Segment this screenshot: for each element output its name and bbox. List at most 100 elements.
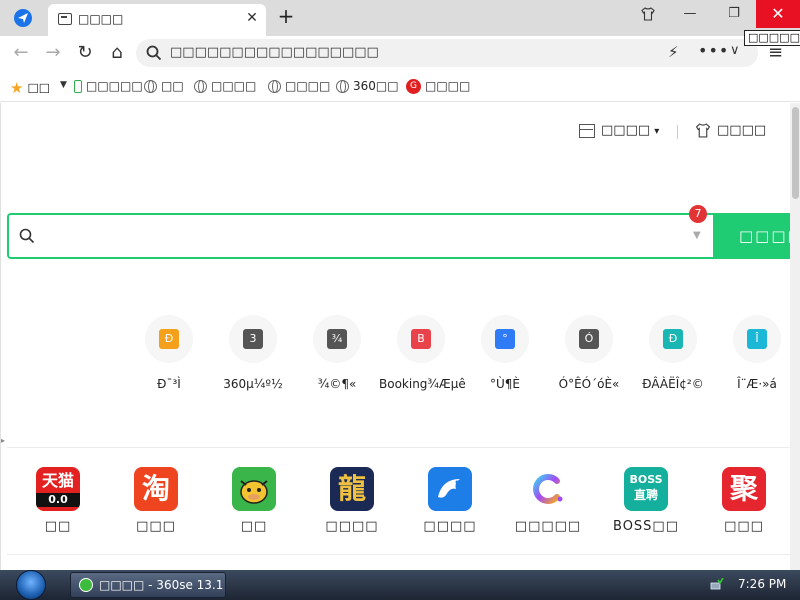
site-label: Booking¾Æµê bbox=[379, 377, 466, 391]
system-clock[interactable]: 7:26 PM bbox=[738, 577, 786, 591]
site-icon-bg: Ó bbox=[565, 315, 613, 363]
app-label: BOSS□□ bbox=[613, 519, 679, 534]
dragon-icon: 龍 bbox=[330, 467, 374, 511]
site-shortcut[interactable]: ¾ ¾©¶« bbox=[295, 315, 379, 391]
divider bbox=[677, 125, 678, 139]
restore-button[interactable]: ❐ bbox=[712, 0, 756, 28]
back-button[interactable]: ← bbox=[10, 42, 32, 64]
site-icon: Ó bbox=[579, 329, 599, 349]
bookmark-item[interactable]: □□ bbox=[144, 79, 184, 95]
close-tooltip: □□□□□ bbox=[744, 30, 800, 46]
forward-button[interactable]: → bbox=[42, 42, 64, 64]
site-icon: B bbox=[411, 329, 431, 349]
site-shortcut[interactable]: Ó Ó°ÊÓ´óÈ« bbox=[547, 315, 631, 391]
360-red-icon: G bbox=[406, 79, 421, 94]
site-label: 360µ¼º½ bbox=[223, 377, 283, 391]
shirt-icon bbox=[641, 7, 655, 21]
app-label: □□□□ bbox=[423, 519, 477, 534]
notification-badge: 7 bbox=[689, 205, 707, 223]
app-boss[interactable]: BOSS 直聘 BOSS□□ bbox=[601, 467, 691, 534]
section-divider bbox=[7, 554, 791, 555]
bookmark-item[interactable]: 360□□ bbox=[336, 79, 399, 95]
skin-button[interactable] bbox=[626, 0, 670, 28]
taskbar-browser-item[interactable]: □□□□ - 360se 13.1 bbox=[70, 572, 226, 598]
side-expand-handle[interactable]: ▸ bbox=[1, 436, 5, 445]
site-shortcut[interactable]: Î Î¨Æ·»á bbox=[715, 315, 799, 391]
globe-icon bbox=[144, 80, 157, 93]
site-icon-bg: ¾ bbox=[313, 315, 361, 363]
app-label: □□□ bbox=[724, 519, 764, 534]
search-input[interactable]: ▼ bbox=[7, 213, 713, 259]
bolt-icon[interactable]: ⚡ bbox=[668, 43, 679, 61]
bookmark-mobile[interactable]: □□□□□ bbox=[74, 79, 143, 95]
scrollbar-thumb[interactable] bbox=[792, 107, 799, 199]
bookmark-item[interactable]: □□□□ bbox=[268, 79, 330, 95]
more-icon[interactable]: ••• bbox=[698, 41, 729, 60]
site-shortcut[interactable]: Ð ÐÂÀËÎ¢²© bbox=[631, 315, 715, 391]
tmall-logo-text: 天猫 bbox=[41, 471, 74, 490]
app-c[interactable]: □□□□□ bbox=[503, 467, 593, 534]
site-icon: 3 bbox=[243, 329, 263, 349]
boss-logo-sub: 直聘 bbox=[633, 488, 658, 502]
layout-label: □□□□ bbox=[601, 123, 651, 138]
app-ctrip[interactable]: □□□□ bbox=[405, 467, 495, 534]
site-shortcut[interactable]: Ð Ð¯³Ì bbox=[127, 315, 211, 391]
start-button[interactable] bbox=[10, 570, 54, 600]
new-tab-page: □□□□ ▾ □□□□ ▼ 7 □□□□ ▸ Ð Ð¯³Ì 3 360µ¼º½ … bbox=[0, 103, 800, 570]
bookmark-label: 360□□ bbox=[353, 79, 399, 93]
site-shortcut[interactable]: ° °Ù¶È bbox=[463, 315, 547, 391]
bookmark-favorites[interactable]: ★ □□ bbox=[10, 79, 50, 97]
search-button[interactable]: □□□□ bbox=[713, 213, 800, 259]
layout-switch-link[interactable]: □□□□ ▾ bbox=[579, 123, 659, 138]
cow-icon bbox=[232, 467, 276, 511]
site-icon-bg: ° bbox=[481, 315, 529, 363]
skin-label: □□□□ bbox=[717, 123, 767, 138]
site-label: °Ù¶È bbox=[490, 377, 520, 391]
app-label: □□ bbox=[44, 519, 72, 534]
chevron-down-icon[interactable]: ∨ bbox=[730, 43, 740, 58]
app-dragon-game[interactable]: 龍 □□□□ bbox=[307, 467, 397, 534]
reload-button[interactable]: ↻ bbox=[74, 42, 96, 64]
network-icon[interactable] bbox=[710, 578, 724, 590]
minimize-button[interactable]: — bbox=[668, 0, 712, 28]
app-label: □□ bbox=[240, 519, 268, 534]
tmall-icon: 天猫 0.0 bbox=[36, 467, 80, 511]
star-icon: ★ bbox=[10, 79, 24, 97]
dolphin-icon bbox=[428, 467, 472, 511]
vertical-scrollbar[interactable] bbox=[790, 103, 800, 570]
site-icon: ° bbox=[495, 329, 515, 349]
site-shortcut[interactable]: 3 360µ¼º½ bbox=[211, 315, 295, 391]
address-bar[interactable]: □□□□□□□□□□□□□□□□□ ⚡ ••• ∨ bbox=[136, 39, 758, 67]
app-juhuasuan[interactable]: 聚 □□□ bbox=[699, 467, 789, 534]
bookmark-item[interactable]: G □□□□ bbox=[406, 79, 470, 95]
phone-icon bbox=[74, 80, 82, 93]
bookmark-item[interactable]: □□□□ bbox=[194, 79, 256, 95]
app-cow-game[interactable]: □□ bbox=[209, 467, 299, 534]
search-history-dropdown-icon[interactable]: ▼ bbox=[693, 230, 701, 241]
app-tmall[interactable]: 天猫 0.0 □□ bbox=[13, 467, 103, 534]
tab-close-button[interactable]: ✕ bbox=[244, 10, 260, 26]
taskbar-item-title: □□□□ - 360se 13.1 bbox=[99, 578, 224, 592]
tab-title: □□□□ bbox=[78, 12, 124, 26]
site-label: ¾©¶« bbox=[317, 377, 357, 391]
browser-logo-icon[interactable] bbox=[14, 9, 32, 27]
bookmark-label: □□□□ bbox=[285, 79, 331, 93]
site-icon: Î bbox=[747, 329, 767, 349]
layout-icon bbox=[579, 123, 595, 138]
close-window-button[interactable]: ✕ bbox=[756, 0, 800, 28]
bookmark-label: □□□□ bbox=[425, 79, 471, 93]
app-taobao[interactable]: 淘 □□ □□□ bbox=[111, 467, 201, 534]
address-placeholder: □□□□□□□□□□□□□□□□□ bbox=[170, 45, 379, 60]
c-app-icon bbox=[526, 467, 570, 511]
site-shortcut[interactable]: B Booking¾Æµê bbox=[379, 315, 466, 391]
main-menu-button[interactable]: ≡ bbox=[768, 44, 783, 62]
skin-link[interactable]: □□□□ bbox=[695, 123, 766, 138]
taobao-icon: 淘 bbox=[134, 467, 178, 511]
bookmark-label: □□□□ bbox=[211, 79, 257, 93]
favorites-dropdown-icon[interactable]: ▼ bbox=[60, 80, 67, 90]
juhuasuan-icon: 聚 bbox=[722, 467, 766, 511]
new-tab-button[interactable]: + bbox=[276, 6, 296, 26]
site-icon-bg: 3 bbox=[229, 315, 277, 363]
tab-active[interactable]: □□□□ ✕ bbox=[48, 4, 266, 36]
home-button[interactable]: ⌂ bbox=[106, 42, 128, 64]
